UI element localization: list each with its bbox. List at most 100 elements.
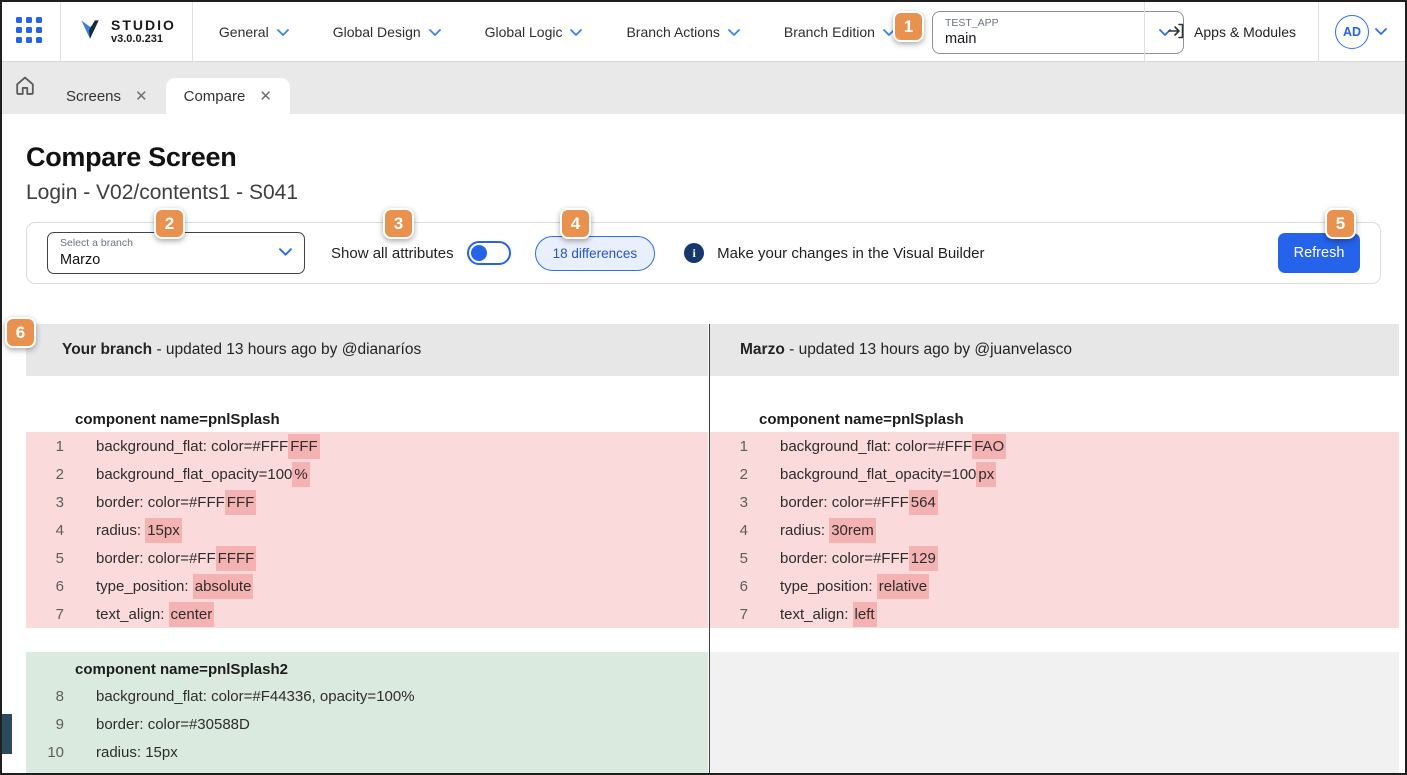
avatar: AD — [1335, 15, 1369, 49]
apps-modules-button[interactable]: Apps & Modules — [1145, 22, 1318, 43]
show-all-attributes-label: Show all attributes — [331, 245, 454, 262]
diff-row-number: 9 — [34, 716, 64, 733]
diff-highlight: FFF — [288, 434, 320, 459]
diff-highlight: 30rem — [829, 518, 876, 543]
diff-row: 2background_flat_opacity=100px — [710, 460, 1399, 488]
edge-drawer-handle[interactable] — [2, 714, 12, 754]
diff-highlight: % — [292, 462, 309, 487]
diff-row-number: 5 — [718, 550, 748, 567]
diff-row-text: background_flat: color=#FFFFFF — [96, 438, 320, 455]
app-version: v3.0.0.231 — [111, 33, 176, 45]
callout-badge-5: 5 — [1325, 208, 1356, 239]
callout-badge-3: 3 — [383, 208, 414, 239]
diff-row-number: 1 — [34, 438, 64, 455]
diff-section-changed: component name=pnlSplash1background_flat… — [710, 376, 1399, 628]
left-branch-name: Your branch — [62, 341, 152, 358]
diff-row-text: border: color=#FFFFFF — [96, 550, 256, 567]
right-branch-name: Marzo — [740, 341, 785, 358]
menu-branch-edition[interactable]: Branch Edition — [784, 24, 895, 40]
app-name: STUDIO — [111, 18, 176, 33]
menu-label: Global Design — [333, 24, 421, 40]
diff-row-text: background_flat: color=#FFFFAO — [780, 438, 1006, 455]
diff-row: 6 type_position: relative — [710, 572, 1399, 600]
menu-label: Branch Edition — [784, 24, 875, 40]
diff-section-changed: component name=pnlSplash1background_flat… — [26, 376, 708, 628]
diff-highlight: absolute — [193, 574, 254, 599]
page-title: Compare Screen — [26, 142, 1381, 173]
diff-row-text: border: color=#FFFFFF — [96, 494, 256, 511]
menu-label: General — [219, 24, 269, 40]
diff-row: 2background_flat_opacity=100% — [26, 460, 708, 488]
diff-rows: 1 background_flat: color=#FFFFFF 2backgrou… — [26, 432, 708, 628]
diff-row-number: 4 — [718, 522, 748, 539]
diff-row-text: type_position: absolute — [96, 578, 253, 595]
close-icon[interactable]: ✕ — [259, 87, 272, 105]
diff-row-text: background_flat: color=#F44336, opacity=… — [96, 688, 415, 705]
diff-highlight: FFFF — [216, 546, 257, 571]
callout-badge-2: 2 — [154, 208, 185, 239]
apps-grid-icon[interactable] — [16, 17, 46, 47]
left-branch-column: Your branch - updated 13 hours ago by @d… — [26, 324, 708, 773]
diff-row-text: type_position: relative — [780, 578, 929, 595]
menu-general[interactable]: General — [219, 24, 289, 40]
diff-rows: 8 background_flat: color=#F44336, opacity… — [26, 682, 708, 773]
diff-row-number: 2 — [34, 466, 64, 483]
diff-highlight: FAO — [972, 434, 1006, 459]
diff-row-text: background_flat: color=#F44336, type=fla… — [96, 772, 377, 774]
diff-row-number: 8 — [34, 688, 64, 705]
menu-label: Branch Actions — [626, 24, 719, 40]
diff-row-text: text_align: center — [96, 606, 214, 623]
diff-highlight: left — [853, 602, 877, 627]
differences-count-button[interactable]: 18 differences — [535, 236, 656, 271]
diff-row-number: 2 — [718, 466, 748, 483]
show-all-attributes-toggle[interactable] — [467, 241, 511, 265]
diff-highlight: FFF — [225, 490, 257, 515]
callout-badge-1: 1 — [893, 11, 924, 42]
apps-modules-label: Apps & Modules — [1194, 24, 1296, 40]
refresh-button[interactable]: Refresh — [1278, 233, 1360, 273]
diff-row-text: radius: 15px — [96, 522, 182, 539]
diff-row-text: text_align: left — [780, 606, 877, 623]
diff-row-number: 4 — [34, 522, 64, 539]
chevron-down-icon — [570, 24, 582, 40]
menu-global-design[interactable]: Global Design — [333, 24, 441, 40]
diff-row: 3 border: color=#FFF564 — [710, 488, 1399, 516]
right-column-header: Marzo - updated 13 hours ago by @juanvel… — [710, 324, 1399, 376]
diff-highlight: 15px — [145, 518, 182, 543]
diff-row-text: border: color=#FFF129 — [780, 550, 938, 567]
menu-global-logic[interactable]: Global Logic — [485, 24, 583, 40]
user-menu[interactable]: AD — [1319, 15, 1397, 49]
compare-panels: Your branch - updated 13 hours ago by @d… — [2, 324, 1405, 773]
diff-row-text: radius: 30rem — [780, 522, 876, 539]
diff-row: 9border: color=#30588D — [26, 710, 708, 738]
chevron-down-icon — [429, 24, 441, 40]
diff-row-number: 10 — [34, 744, 64, 761]
chevron-down-icon — [728, 24, 740, 40]
callout-badge-4: 4 — [560, 208, 591, 239]
studio-logo-icon — [77, 16, 103, 47]
diff-highlight: px — [976, 462, 996, 487]
branch-select-label: Select a branch — [60, 237, 133, 250]
empty-diff-filler — [710, 652, 1399, 773]
diff-row: 7text_align: center — [26, 600, 708, 628]
close-icon[interactable]: ✕ — [135, 87, 148, 105]
info-icon: i — [684, 243, 704, 263]
chevron-down-icon — [277, 24, 289, 40]
diff-row-number: 6 — [718, 578, 748, 595]
diff-rows: 1 background_flat: color=#FFFFAO 2backgrou… — [710, 432, 1399, 628]
compare-toolbar: Select a branch Marzo Show all attribute… — [26, 222, 1381, 284]
tab-bar: Screens✕Compare✕ — [2, 62, 1405, 114]
tab-screens[interactable]: Screens✕ — [48, 78, 166, 114]
home-button[interactable] — [2, 62, 48, 114]
info-message: Make your changes in the Visual Builder — [717, 245, 984, 262]
top-bar: STUDIO v3.0.0.231 General Global Design Gl… — [2, 2, 1405, 62]
diff-row: 6type_position: absolute — [26, 572, 708, 600]
menu-branch-actions[interactable]: Branch Actions — [626, 24, 739, 40]
apps-modules-icon — [1167, 22, 1185, 43]
diff-row-number: 1 — [718, 438, 748, 455]
diff-row-number: 5 — [34, 550, 64, 567]
diff-row-number: 3 — [718, 494, 748, 511]
tab-compare[interactable]: Compare✕ — [166, 78, 290, 114]
diff-row-text: border: color=#FFF564 — [780, 494, 938, 511]
home-icon — [13, 74, 37, 103]
